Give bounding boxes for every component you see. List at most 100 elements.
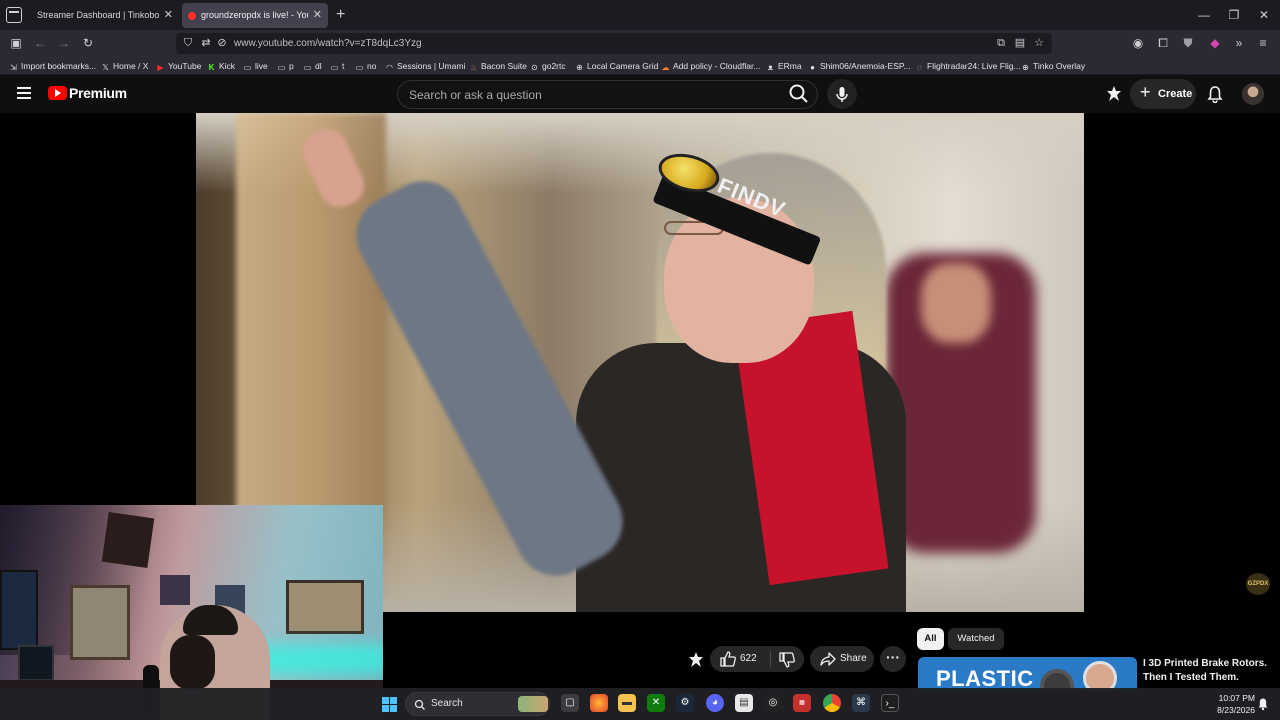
close-icon[interactable]: ✕ (164, 3, 173, 28)
menu-icon[interactable] (17, 87, 31, 99)
taskbar-search-label: Search (431, 698, 463, 709)
extension-badge-icon[interactable]: ◆ (1207, 35, 1223, 51)
back-icon[interactable]: ← (32, 35, 48, 51)
sidebar-toggle-icon[interactable]: ▣ (8, 35, 24, 51)
bookmark-x[interactable]: 𝕏 Home / X (101, 57, 148, 75)
address-bar[interactable]: ⛉ ⇄ ⊘ www.youtube.com/watch?v=zT8dqLc3Yz… (176, 33, 1052, 54)
system-clock[interactable]: 10:07 PM 8/23/2026 (1205, 692, 1255, 716)
folder-icon: ▭ (330, 63, 339, 72)
bookmark-umami[interactable]: ◠ Sessions | Umami (385, 57, 465, 75)
creator-tools-icon[interactable] (1105, 85, 1123, 103)
like-button[interactable]: 622 (710, 646, 766, 672)
bookmark-bacon-suite[interactable]: ♨ Bacon Suite (469, 57, 527, 75)
tracking-icon[interactable]: ⊘ (215, 36, 229, 50)
bookmark-label: Shim06/Anemoia-ESP... (820, 61, 911, 71)
creator-tools-icon[interactable] (687, 651, 705, 669)
umami-icon: ◠ (386, 63, 393, 72)
bookmark-folder-live[interactable]: ▭ live (243, 57, 268, 75)
bookmark-label: Kick (219, 61, 236, 71)
bookmarks-bar: ⇲ Import bookmarks... 𝕏 Home / X ▶ YouTube … (0, 57, 1280, 75)
globe-icon: ⊕ (576, 63, 583, 72)
avatar[interactable] (1242, 83, 1264, 105)
bookmark-import[interactable]: ⇲ Import bookmarks... (9, 57, 96, 75)
bookmark-folder-t[interactable]: ▭ t (330, 57, 345, 75)
picture-in-picture-icon[interactable]: ⧉ (994, 36, 1008, 50)
bookmark-folder-p[interactable]: ▭ p (277, 57, 294, 75)
bookmark-youtube[interactable]: ▶ YouTube (156, 57, 201, 75)
close-icon[interactable]: ✕ (313, 3, 322, 28)
chrome-icon[interactable] (823, 694, 841, 712)
bookmark-flightradar[interactable]: ◌ Flightradar24: Live Flig... (915, 57, 1021, 75)
filter-chip-all[interactable]: All (917, 628, 944, 650)
bookmark-folder-no[interactable]: ▭ no (355, 57, 377, 75)
tab-streamer-dashboard[interactable]: Streamer Dashboard | Tinkobot ✕ (29, 3, 179, 28)
filter-chip-watched[interactable]: Watched (948, 628, 1004, 650)
ublock-icon[interactable]: ⛊ (1180, 35, 1196, 51)
bookmark-label: p (289, 61, 294, 71)
bookmark-github[interactable]: ● Shim06/Anemoia-ESP... (808, 57, 911, 75)
account-icon[interactable]: ◉ (1130, 35, 1146, 51)
bookmark-camera-grid[interactable]: ⊕ Local Camera Grid (575, 57, 658, 75)
reload-icon[interactable]: ↻ (80, 35, 96, 51)
windows-start-icon[interactable] (382, 697, 397, 712)
bookmark-erma[interactable]: ᴥ ERma (766, 57, 802, 75)
terminal-icon[interactable]: ›_ (881, 694, 899, 712)
new-tab-icon[interactable]: + (336, 3, 345, 27)
shield-icon[interactable]: ⛉ (181, 36, 195, 50)
permissions-icon[interactable]: ⇄ (199, 36, 213, 50)
create-label: Create (1158, 88, 1193, 100)
search-input[interactable] (409, 81, 779, 108)
task-view-icon[interactable]: ▢ (561, 694, 579, 712)
restore-icon[interactable]: ❐ (1218, 0, 1250, 30)
thumbs-down-icon (779, 652, 795, 668)
app-menu-icon[interactable]: ≡ (1255, 35, 1271, 51)
windows-taskbar: Search ▢ ▬ ✕ ⚙ ◕ ▤ ◎ ▦ ⌘ ›_ 10:07 PM 8/2… (0, 688, 1280, 720)
bookmark-go2rtc[interactable]: ⊙ go2rtc (530, 57, 565, 75)
bookmark-label: Flightradar24: Live Flig... (927, 61, 1021, 71)
file-explorer-icon[interactable]: ▬ (618, 694, 636, 712)
window-close-icon[interactable]: ✕ (1248, 0, 1280, 30)
folder-icon: ▭ (355, 63, 364, 72)
mixer-icon[interactable]: ▦ (793, 694, 811, 712)
reader-view-icon[interactable]: ▤ (1013, 36, 1027, 50)
folder-icon: ▭ (303, 63, 312, 72)
bookmark-label: ERma (778, 61, 802, 71)
create-button[interactable]: + Create (1130, 79, 1196, 109)
tab-youtube-live[interactable]: groundzeropdx is live! - YouTube ✕ (182, 3, 328, 28)
forward-icon[interactable]: → (56, 35, 72, 51)
voice-search-button[interactable] (827, 79, 857, 109)
steam-icon[interactable]: ⚙ (676, 694, 694, 712)
overflow-chevron-icon[interactable]: » (1231, 35, 1247, 51)
firefox-icon[interactable] (590, 694, 608, 712)
url-text[interactable]: www.youtube.com/watch?v=zT8dqLc3Yzg (234, 33, 422, 54)
bookmark-label: YouTube (168, 61, 202, 71)
network-tool-icon[interactable]: ⌘ (852, 694, 870, 712)
notifications-bell-icon[interactable] (1206, 85, 1224, 103)
obs-icon[interactable]: ◎ (764, 694, 782, 712)
bookmark-cloudflare[interactable]: ☁ Add policy - Cloudflar... (661, 57, 761, 75)
folder-icon: ▭ (277, 63, 286, 72)
recommendation-title[interactable]: I 3D Printed Brake Rotors. Then I Tested… (1143, 657, 1273, 685)
minimize-icon[interactable]: — (1188, 0, 1220, 30)
tab-list-icon[interactable] (6, 7, 22, 23)
bookmark-folder-dl[interactable]: ▭ dl (303, 57, 322, 75)
import-icon: ⇲ (10, 63, 17, 72)
discord-icon[interactable]: ◕ (706, 694, 724, 712)
youtube-premium-logo[interactable]: Premium (69, 85, 127, 101)
notepad-icon[interactable]: ▤ (735, 694, 753, 712)
search-icon[interactable] (788, 83, 810, 105)
bookmark-kick[interactable]: K Kick (207, 57, 235, 75)
recommendation-thumbnail[interactable]: PLASTIC (918, 657, 1137, 691)
bookmark-star-icon[interactable]: ☆ (1032, 36, 1046, 50)
bookmark-tinko-overlay[interactable]: ⊕ Tinko Overlay (1021, 57, 1085, 75)
taskbar-search[interactable]: Search (405, 692, 550, 716)
extensions-icon[interactable]: ⧠ (1155, 35, 1171, 51)
youtube-logo-icon[interactable] (48, 86, 67, 100)
channel-watermark[interactable]: GZPDX (1246, 573, 1270, 595)
notification-bell-icon[interactable] (1256, 697, 1270, 711)
share-button[interactable]: Share (810, 646, 874, 672)
browser-tab-bar: Streamer Dashboard | Tinkobot ✕ groundze… (0, 0, 1280, 30)
dislike-button[interactable] (771, 646, 804, 672)
more-actions-icon[interactable]: ··· (880, 646, 906, 672)
xbox-icon[interactable]: ✕ (647, 694, 665, 712)
